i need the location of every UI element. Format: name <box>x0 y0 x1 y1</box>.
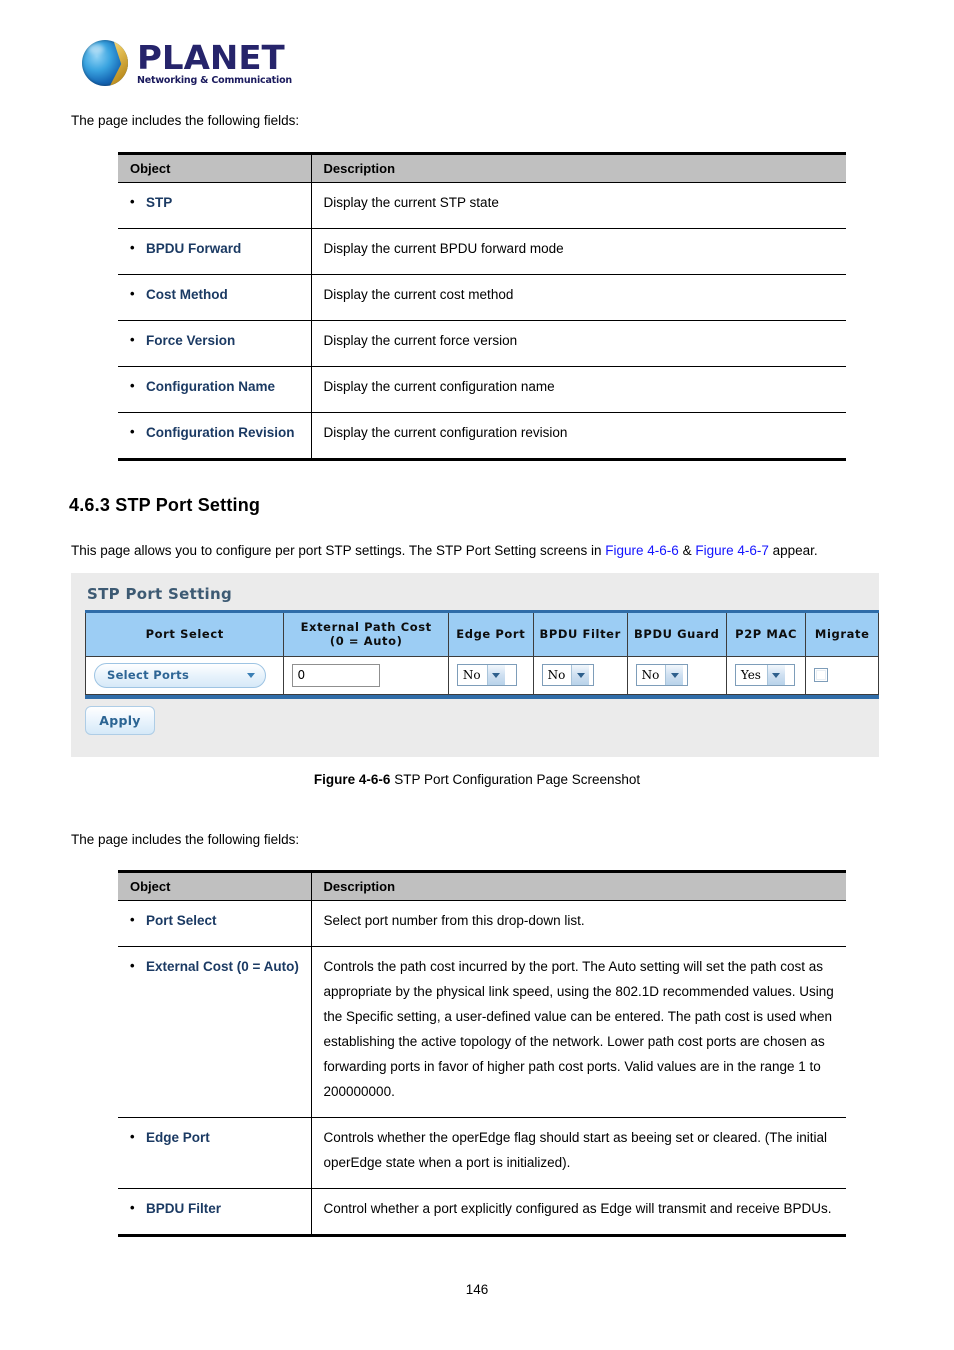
bpdu-guard-value: No <box>641 668 660 683</box>
table-cell-object: Configuration Name <box>118 366 312 413</box>
table-cell-object: Cost Method <box>118 274 312 321</box>
lead-ampersand: & <box>678 543 696 558</box>
cell-bpdu-guard: No <box>626 655 727 695</box>
header-migrate: Migrate <box>805 611 879 657</box>
fields-table-1: Object Description STP Display the curre… <box>118 152 846 461</box>
table-row: BPDU Forward Display the current BPDU fo… <box>118 228 846 275</box>
table-cell-description: Display the current configuration revisi… <box>311 412 846 461</box>
table-cell-description: Display the current BPDU forward mode <box>311 228 846 275</box>
table-row: BPDU Filter Control whether a port expli… <box>118 1188 846 1237</box>
chevron-down-icon[interactable] <box>571 665 590 686</box>
table-header-row: Object Description <box>118 152 846 183</box>
column-header-object: Object <box>118 870 312 901</box>
table-cell-description: Display the current STP state <box>311 182 846 229</box>
table-cell-description: Select port number from this drop-down l… <box>311 900 846 947</box>
logo-text: PLANET Networking & Communication <box>137 41 292 86</box>
intro-paragraph-1: The page includes the following fields: <box>71 113 300 128</box>
bpdu-filter-value: No <box>547 668 566 683</box>
stp-port-setting-table: Port Select External Path Cost (0 = Auto… <box>84 610 879 695</box>
table-cell-description: Display the current configuration name <box>311 366 846 413</box>
table-cell-description: Controls the path cost incurred by the p… <box>311 946 846 1118</box>
column-header-description: Description <box>311 152 846 183</box>
section-lead-paragraph: This page allows you to configure per po… <box>71 543 818 558</box>
table-cell-description: Display the current cost method <box>311 274 846 321</box>
figure-caption-text: STP Port Configuration Page Screenshot <box>390 772 641 787</box>
table-row: Force Version Display the current force … <box>118 320 846 367</box>
table-cell-object: Port Select <box>118 900 312 947</box>
table-row: External Cost (0 = Auto) Controls the pa… <box>118 946 846 1118</box>
brand-name: PLANET <box>137 37 285 77</box>
lead-text-after: appear. <box>768 543 818 558</box>
chevron-down-icon[interactable] <box>665 665 684 686</box>
cell-migrate <box>805 655 879 695</box>
cell-edge-port: No <box>447 655 534 695</box>
edge-port-select[interactable]: No <box>456 664 517 687</box>
table-cell-object: Edge Port <box>118 1117 312 1189</box>
chevron-down-icon <box>247 672 255 678</box>
panel-title: STP Port Setting <box>87 585 233 603</box>
stp-table-value-row: Select Ports No No <box>84 655 879 695</box>
table-row: Configuration Name Display the current c… <box>118 366 846 413</box>
cell-port-select: Select Ports <box>84 655 285 695</box>
column-header-object: Object <box>118 152 312 183</box>
table-row: Edge Port Controls whether the operEdge … <box>118 1117 846 1189</box>
p2p-mac-value: Yes <box>740 668 761 683</box>
table-row: Configuration Revision Display the curre… <box>118 412 846 461</box>
header-port-select: Port Select <box>84 611 285 657</box>
apply-button[interactable]: Apply <box>85 706 155 735</box>
header-bpdu-guard: BPDU Guard <box>626 611 727 657</box>
figure-caption-label: Figure 4-6-6 <box>313 772 391 787</box>
table-header-row: Object Description <box>118 870 846 901</box>
port-select-value: Select Ports <box>107 668 190 683</box>
brand-tagline: Networking & Communication <box>137 74 292 86</box>
cell-bpdu-filter: No <box>532 655 628 695</box>
stp-port-setting-panel: STP Port Setting Port Select External Pa… <box>71 573 879 757</box>
edge-port-value: No <box>462 668 481 683</box>
table-cell-description: Controls whether the operEdge flag shoul… <box>311 1117 846 1189</box>
p2p-mac-select[interactable]: Yes <box>734 664 795 687</box>
header-external-path-cost-line1: External Path Cost <box>300 620 432 634</box>
table-cell-object: BPDU Filter <box>118 1188 312 1237</box>
figure-caption: Figure 4-6-6 STP Port Configuration Page… <box>0 772 954 787</box>
header-p2p-mac: P2P MAC <box>725 611 807 657</box>
planet-logo: PLANET Networking & Communication <box>82 40 292 86</box>
header-edge-port: Edge Port <box>447 611 534 657</box>
bpdu-filter-select[interactable]: No <box>541 664 594 687</box>
port-select-dropdown[interactable]: Select Ports <box>94 662 266 688</box>
table-row: Port Select Select port number from this… <box>118 900 846 947</box>
stp-table-header-row: Port Select External Path Cost (0 = Auto… <box>84 611 879 657</box>
table-cell-description: Display the current force version <box>311 320 846 367</box>
cell-external-path-cost <box>283 655 449 695</box>
section-heading: 4.6.3 STP Port Setting <box>69 495 261 515</box>
lead-text-before: This page allows you to configure per po… <box>71 543 606 558</box>
external-path-cost-input[interactable] <box>292 663 381 687</box>
header-bpdu-filter: BPDU Filter <box>532 611 628 657</box>
table-cell-object: STP <box>118 182 312 229</box>
cell-p2p-mac: Yes <box>725 655 807 695</box>
table-cell-object: Configuration Revision <box>118 412 312 461</box>
page-number: 146 <box>465 1282 489 1297</box>
table-cell-object: External Cost (0 = Auto) <box>118 946 312 1118</box>
planet-sphere-icon <box>82 40 128 86</box>
table-cell-object: Force Version <box>118 320 312 367</box>
fields-table-2: Object Description Port Select Select po… <box>118 870 846 1237</box>
chevron-down-icon[interactable] <box>766 665 785 686</box>
column-header-description: Description <box>311 870 846 901</box>
figure-link-4-6-6[interactable]: Figure 4-6-6 <box>605 543 679 558</box>
header-external-path-cost: External Path Cost (0 = Auto) <box>283 611 449 657</box>
table-row: STP Display the current STP state <box>118 182 846 229</box>
figure-link-4-6-7[interactable]: Figure 4-6-7 <box>695 543 769 558</box>
table-cell-object: BPDU Forward <box>118 228 312 275</box>
intro-paragraph-2: The page includes the following fields: <box>71 832 300 847</box>
bpdu-guard-select[interactable]: No <box>635 664 688 687</box>
table-cell-description: Control whether a port explicitly config… <box>311 1188 846 1237</box>
table-row: Cost Method Display the current cost met… <box>118 274 846 321</box>
migrate-checkbox[interactable] <box>814 668 829 683</box>
header-external-path-cost-line2: (0 = Auto) <box>329 634 403 649</box>
chevron-down-icon[interactable] <box>486 665 505 686</box>
